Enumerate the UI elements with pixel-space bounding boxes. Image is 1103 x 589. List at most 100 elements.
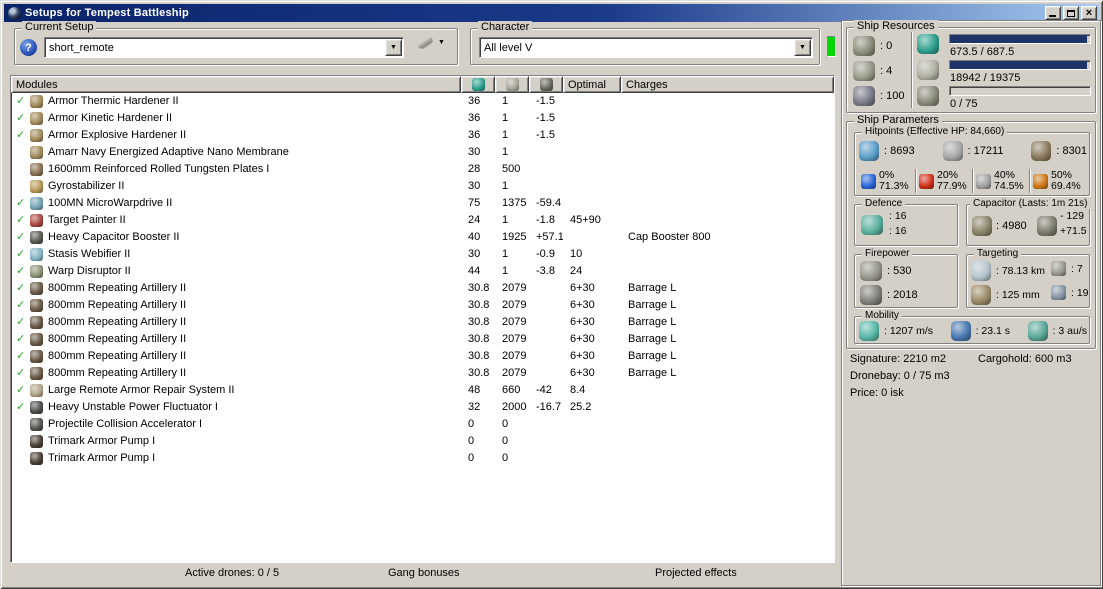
module-row[interactable]: ✓ 800mm Repeating Artillery II 30.8 2079 6+3… [11,331,834,348]
module-name: 800mm Repeating Artillery II [48,350,187,362]
active-checkmark: ✓ [16,112,26,124]
em-resist-icon [861,173,876,189]
cpu-value: 28 [468,163,481,175]
character-combobox[interactable]: All level V ▼ [479,37,813,58]
module-row[interactable]: ✓ Target Painter II 24 1 -1.8 45+90 [11,212,834,229]
active-checkmark: ✓ [16,197,26,209]
minimize-icon [1049,15,1056,17]
module-row[interactable]: ✓ 800mm Repeating Artillery II 30.8 2079 6+3… [11,314,834,331]
targeting-groupbox: Targeting : 78.13 km : 7 : 125 mm : 19 [966,248,1090,308]
help-icon[interactable]: ? [20,39,37,56]
firepower-title: Firepower [862,248,913,259]
close-button[interactable]: × [1081,6,1097,20]
optimal-value: 25.2 [570,401,592,413]
armor-hp-value: : 17211 [967,145,1004,157]
cargohold-stat: Cargohold: 600 m3 [978,353,1072,365]
module-row[interactable]: Amarr Navy Energized Adaptive Nano Membr… [11,144,834,161]
column-header-charges[interactable]: Charges [621,76,834,93]
setup-combobox-arrow[interactable]: ▼ [385,39,402,56]
align-time-value: : 23.1 s [975,325,1011,337]
turret-count: : 0 [880,40,893,52]
modules-header: Modules Optimal Charges [11,76,834,93]
module-row[interactable]: ✓ Armor Kinetic Hardener II 36 1 -1.5 [11,110,834,127]
module-cell: ✓ Armor Thermic Hardener II [11,93,461,110]
armor-icon [942,141,963,161]
module-cell: ✓ 800mm Repeating Artillery II [11,331,461,348]
column-header-optimal[interactable]: Optimal [563,76,621,93]
module-row[interactable]: ✓ 800mm Repeating Artillery II 30.8 2079 6+3… [11,280,834,297]
column-header-powergrid[interactable] [495,76,529,93]
capacitor-value [529,280,563,297]
capacitor-battery-icon [972,216,992,236]
module-row[interactable]: ✓ Armor Explosive Hardener II 36 1 -1.5 [11,127,834,144]
turret-slots: : 0 [853,36,892,56]
charges-value: Barrage L [628,282,677,294]
powergrid-value: 1 [502,214,509,226]
gang-bonuses-label: Gang bonuses [388,567,460,579]
setup-tools-button[interactable]: ▼ [413,35,449,50]
module-row[interactable]: Trimark Armor Pump I 0 0 [11,450,834,467]
module-row[interactable]: ✓ Heavy Capacitor Booster II 40 1925 +57.1 Ca… [11,229,834,246]
rig-trimark-icon [30,435,43,448]
module-name: Amarr Navy Energized Adaptive Nano Membr… [48,146,289,158]
cpu-icon [917,34,939,54]
ship-resources-title: Ship Resources [854,20,938,32]
module-cell: ✓ 800mm Repeating Artillery II [11,314,461,331]
module-row[interactable]: ✓ Heavy Unstable Power Fluctuator I 32 2000… [11,399,834,416]
artillery-icon [30,333,43,346]
active-checkmark: ✓ [16,384,26,396]
resources-divider [911,32,913,108]
module-row[interactable]: ✓ 800mm Repeating Artillery II 30.8 2079 6+3… [11,297,834,314]
resist-row: 0% 71.3% 20% 77.9% 40% 74.5% 50% 69.4% [858,169,1086,193]
thermal-resist-icon [919,173,934,189]
column-header-modules[interactable]: Modules [11,76,461,93]
module-row[interactable]: ✓ Large Remote Armor Repair System II 48 66… [11,382,834,399]
optimal-value: 24 [570,265,583,277]
cpu-value: 36 [468,95,481,107]
setup-combobox[interactable]: short_remote ▼ [44,37,404,58]
module-cell: Trimark Armor Pump I [11,450,461,467]
module-row[interactable]: ✓ Stasis Webifier II 30 1 -0.9 10 [11,246,834,263]
module-name: Heavy Capacitor Booster II [48,231,180,243]
structure-hp-value: : 8301 [1056,145,1087,157]
module-row[interactable]: Projectile Collision Accelerator I 0 0 [11,416,834,433]
cpu-value: 24 [468,214,481,226]
rig-trimark-icon [30,452,43,465]
character-combobox-arrow[interactable]: ▼ [794,39,811,56]
module-row[interactable]: ✓ Armor Thermic Hardener II 36 1 -1.5 [11,93,834,110]
chevron-down-icon: ▼ [799,44,806,51]
character-label: Character [478,21,533,33]
module-name: 800mm Repeating Artillery II [48,367,187,379]
module-row[interactable]: ✓ Warp Disruptor II 44 1 -3.8 24 [11,263,834,280]
charges-value [621,212,834,229]
column-header-cpu[interactable] [461,76,495,93]
warp-speed-value: : 3 au/s [1052,325,1087,337]
maximize-button[interactable] [1063,6,1079,20]
module-cell: ✓ Large Remote Armor Repair System II [11,382,461,399]
optimal-value: 6+30 [570,299,595,311]
module-row[interactable]: Gyrostabilizer II 30 1 [11,178,834,195]
powergrid-value: 1 [502,112,509,124]
cpu-value: 44 [468,265,481,277]
scan-resolution-value: : 125 mm [996,289,1040,301]
module-row[interactable]: 1600mm Reinforced Rolled Tungsten Plates… [11,161,834,178]
module-row[interactable]: Trimark Armor Pump I 0 0 [11,433,834,450]
sensor-strength-value: : 19 [1071,286,1089,299]
column-header-capacitor[interactable] [529,76,563,93]
right-panel: Ship Resources : 0 : 4 : 100 673.5 / 687… [841,20,1101,586]
module-row[interactable]: ✓ 100MN MicroWarpdrive II 75 1375 -59.4 [11,195,834,212]
module-cell: ✓ Armor Kinetic Hardener II [11,110,461,127]
resist-cell-em: 0% 71.3% [858,169,915,193]
warp-speed-icon [1027,321,1048,341]
targeting-title: Targeting [974,248,1022,259]
active-checkmark: ✓ [16,316,26,328]
character-combobox-value: All level V [484,41,533,54]
hitpoints-title: Hitpoints (Effective HP: 84,660) [862,126,1008,137]
powergrid-value: 0 [502,452,509,464]
module-row[interactable]: ✓ 800mm Repeating Artillery II 30.8 2079 6+3… [11,348,834,365]
capacitor-value [529,348,563,365]
minimize-button[interactable] [1045,6,1061,20]
charges-value [621,144,834,161]
capacitor-value: -1.5 [536,112,555,124]
module-row[interactable]: ✓ 800mm Repeating Artillery II 30.8 2079 6+3… [11,365,834,382]
